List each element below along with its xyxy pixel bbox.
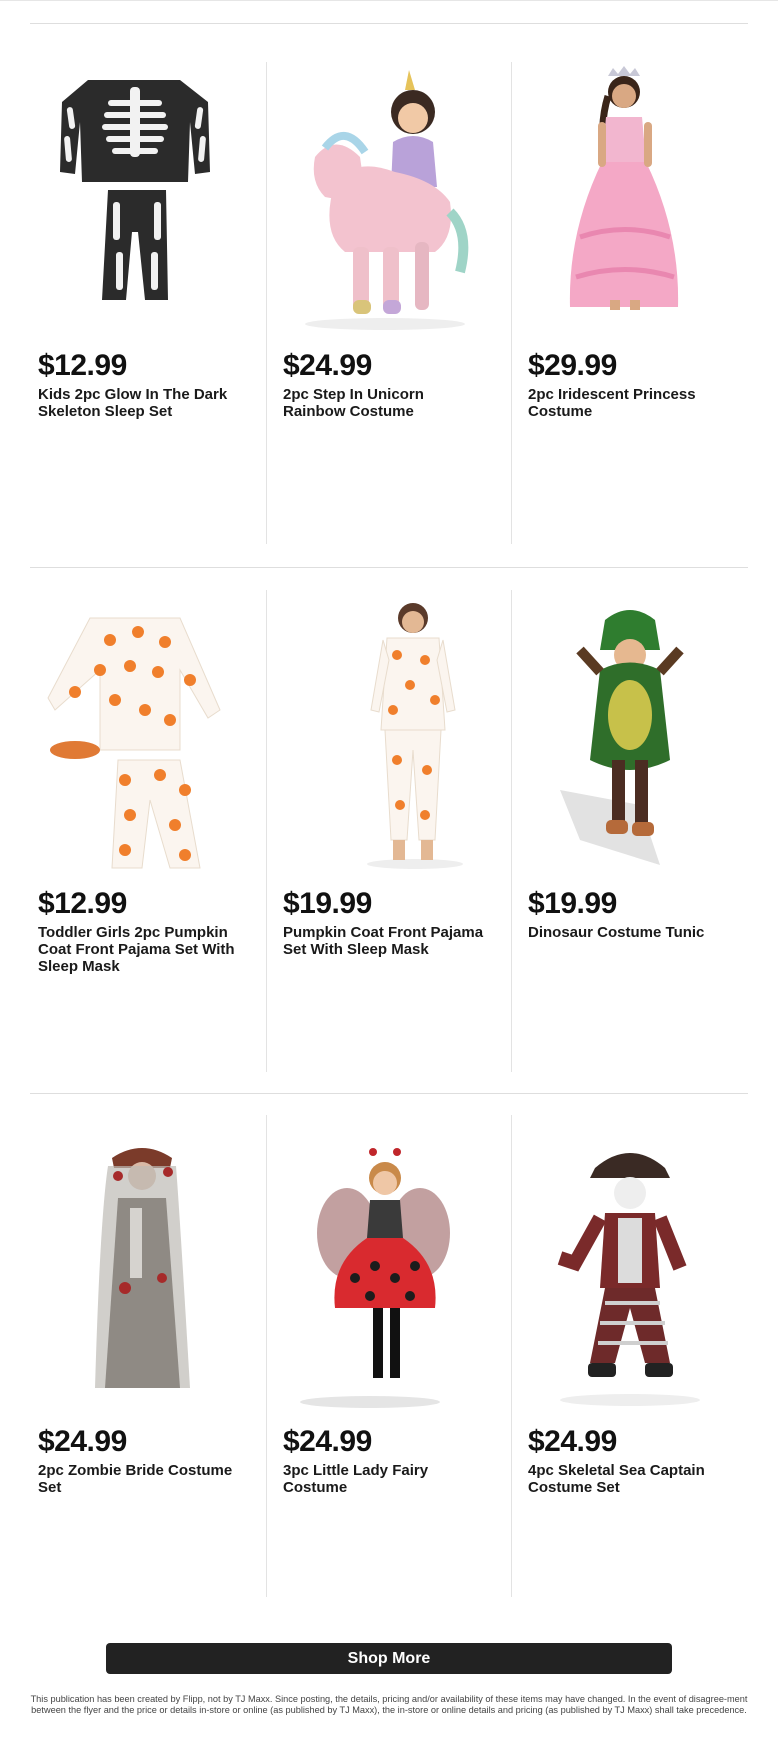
product-name[interactable]: 4pc Skeletal Sea Captain Costume Set [528, 1462, 733, 1496]
column-divider [511, 62, 512, 544]
product-price: $12.99 [38, 349, 127, 382]
product-price: $19.99 [283, 887, 372, 920]
product-name[interactable]: 3pc Little Lady Fairy Costume [283, 1462, 488, 1496]
disclaimer-text: This publication has been created by Fli… [30, 1694, 748, 1715]
zombie-bride-costume-icon[interactable] [30, 1138, 240, 1408]
row-divider [30, 567, 748, 568]
product-name[interactable]: Toddler Girls 2pc Pumpkin Coat Front Paj… [38, 924, 243, 975]
product-name[interactable]: 2pc Step In Unicorn Rainbow Costume [283, 386, 488, 420]
column-divider [266, 62, 267, 544]
product-name[interactable]: 2pc Zombie Bride Costume Set [38, 1462, 243, 1496]
shop-more-button[interactable]: Shop More [106, 1643, 672, 1674]
product-name[interactable]: Dinosaur Costume Tunic [528, 924, 733, 941]
row-divider [30, 23, 748, 24]
product-price: $29.99 [528, 349, 617, 382]
product-name[interactable]: Kids 2pc Glow In The Dark Skeleton Sleep… [38, 386, 243, 420]
column-divider [511, 590, 512, 1072]
product-price: $19.99 [528, 887, 617, 920]
column-divider [511, 1115, 512, 1597]
top-border [0, 0, 778, 1]
row-divider [30, 1093, 748, 1094]
pumpkin-pajama-set-icon[interactable] [30, 600, 240, 870]
unicorn-costume-icon[interactable] [275, 62, 485, 332]
column-divider [266, 1115, 267, 1597]
product-price: $12.99 [38, 887, 127, 920]
pumpkin-pajama-model-icon[interactable] [275, 600, 485, 870]
product-price: $24.99 [528, 1425, 617, 1458]
ladybug-fairy-costume-icon[interactable] [275, 1138, 485, 1408]
skeleton-pajama-set-icon[interactable] [30, 62, 240, 332]
product-price: $24.99 [283, 349, 372, 382]
product-name[interactable]: 2pc Iridescent Princess Costume [528, 386, 733, 420]
column-divider [266, 590, 267, 1072]
product-name[interactable]: Pumpkin Coat Front Pajama Set With Sleep… [283, 924, 488, 958]
dinosaur-costume-icon[interactable] [520, 600, 730, 870]
skeleton-pirate-costume-icon[interactable] [520, 1138, 730, 1408]
product-price: $24.99 [283, 1425, 372, 1458]
princess-costume-icon[interactable] [520, 62, 730, 332]
product-price: $24.99 [38, 1425, 127, 1458]
